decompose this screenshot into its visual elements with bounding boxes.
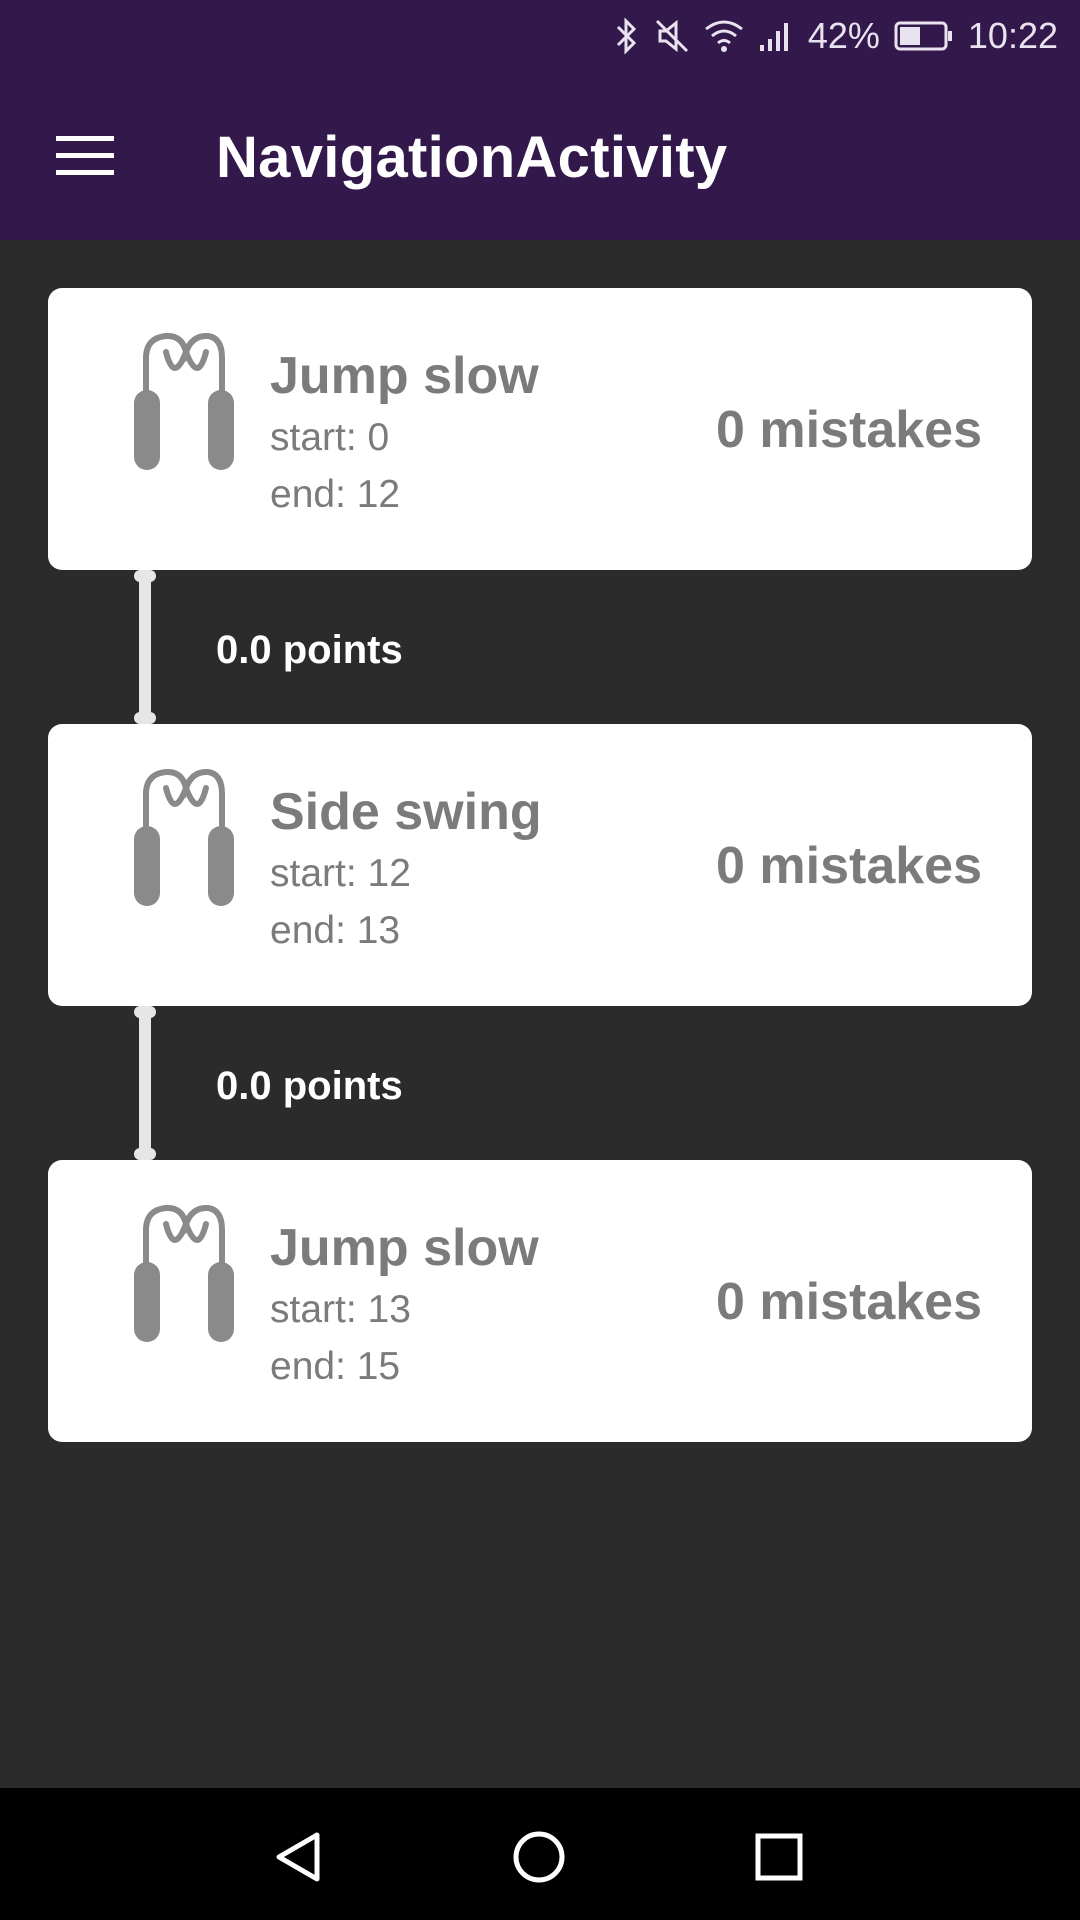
back-icon xyxy=(276,1832,320,1882)
segment-card[interactable]: Jump slow start: 0 end: 12 0 mistakes xyxy=(48,288,1032,570)
status-bar: 42% 10:22 xyxy=(0,0,1080,72)
back-button[interactable] xyxy=(254,1812,344,1902)
battery-icon xyxy=(894,20,954,52)
battery-percent: 42% xyxy=(807,15,880,56)
timeline-connector xyxy=(134,570,156,724)
start-time: start: 0 xyxy=(270,416,390,459)
transition-points: 0.0 points xyxy=(216,1064,403,1108)
jump-rope-icon xyxy=(134,768,234,906)
mute-icon xyxy=(654,17,690,55)
start-time: start: 12 xyxy=(270,852,411,895)
recents-icon xyxy=(755,1833,803,1881)
jump-rope-icon xyxy=(134,1204,234,1342)
home-button[interactable] xyxy=(494,1812,584,1902)
exercise-name: Jump slow xyxy=(270,347,539,405)
home-icon xyxy=(513,1831,565,1883)
start-time: start: 13 xyxy=(270,1288,411,1331)
signal-icon xyxy=(758,17,794,55)
end-time: end: 12 xyxy=(270,473,401,516)
mistakes-count: 0 mistakes xyxy=(716,1273,982,1331)
jump-rope-icon xyxy=(134,332,234,470)
segment-card[interactable]: Jump slow start: 13 end: 15 0 mistakes xyxy=(48,1160,1032,1442)
transition-points: 0.0 points xyxy=(216,628,403,672)
app-bar: NavigationActivity xyxy=(0,72,1080,240)
clock: 10:22 xyxy=(967,15,1058,56)
bluetooth-icon xyxy=(614,17,640,55)
status-icons: 42% 10:22 xyxy=(614,0,1058,72)
navigation-drawer-button[interactable] xyxy=(40,116,130,196)
segment-list: Jump slow start: 0 end: 12 0 mistakes 0.… xyxy=(0,240,1080,1788)
hamburger-menu-icon xyxy=(56,136,114,175)
wifi-icon xyxy=(704,17,744,55)
mistakes-count: 0 mistakes xyxy=(716,837,982,895)
segment-card[interactable]: Side swing start: 12 end: 13 0 mistakes xyxy=(48,724,1032,1006)
system-navigation-bar xyxy=(0,1788,1080,1920)
timeline-connector xyxy=(134,1006,156,1160)
end-time: end: 13 xyxy=(270,909,401,952)
mistakes-count: 0 mistakes xyxy=(716,401,982,459)
exercise-name: Side swing xyxy=(270,783,542,841)
recents-button[interactable] xyxy=(734,1812,824,1902)
end-time: end: 15 xyxy=(270,1345,401,1388)
exercise-name: Jump slow xyxy=(270,1219,539,1277)
page-title: NavigationActivity xyxy=(216,125,728,190)
